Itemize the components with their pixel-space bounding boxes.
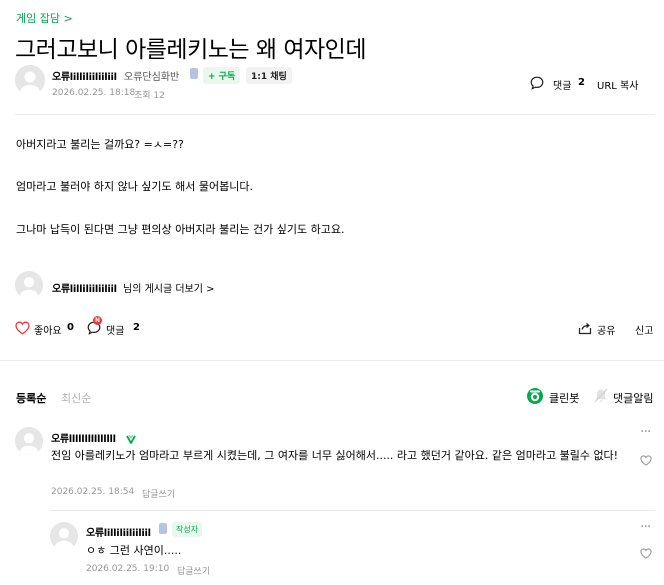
header-divider <box>15 114 655 115</box>
reply-date: 2026.02.25. 19:10 <box>86 564 170 574</box>
cleanbot-toggle[interactable]: 클린봇 <box>549 390 579 406</box>
comment-divider <box>50 510 655 511</box>
like-label[interactable]: 좋아요 <box>34 322 62 337</box>
comment-like-icon[interactable] <box>640 451 652 466</box>
comment-bar-label[interactable]: 댓글 <box>106 322 124 337</box>
grade-icon <box>190 68 198 79</box>
share-icon[interactable] <box>578 320 592 335</box>
heart-icon[interactable] <box>15 320 30 335</box>
author-avatar[interactable] <box>15 65 45 95</box>
url-copy-button[interactable]: URL 복사 <box>597 77 638 92</box>
comment-notify-toggle[interactable]: 댓글알림 <box>613 390 653 406</box>
body-line-3: 그나마 납득이 된다면 그냥 편의상 아버지라 불리는 건가 싶기도 하고요. <box>16 223 345 236</box>
bell-icon <box>594 388 608 403</box>
sort-latest-tab[interactable]: 최신순 <box>61 390 91 406</box>
comment-text: 전임 아를레키노가 엄마라고 부르게 시켰는데, 그 여자를 너무 싫어해서..… <box>51 449 619 462</box>
share-button[interactable]: 공유 <box>597 322 615 337</box>
reply-nickname[interactable]: 오류lilliliiliiliil <box>86 524 151 539</box>
board-link[interactable]: 게임 잡담 > <box>16 10 73 26</box>
chat-button[interactable]: 1:1 채팅 <box>246 67 292 84</box>
more-posts-nickname[interactable]: 오류lilliliiliiliil <box>52 280 117 295</box>
comment-date: 2026.02.25. 18:54 <box>51 487 135 497</box>
more-posts-avatar[interactable] <box>15 271 43 299</box>
cleanbot-icon <box>526 387 544 405</box>
subscribe-button[interactable]: + 구독 <box>203 67 241 84</box>
more-posts-link[interactable]: 님의 게시글 더보기 > <box>123 280 215 295</box>
post-date: 2026.02.25. 18:18 <box>52 88 136 98</box>
new-badge: N <box>93 316 102 325</box>
reply-like-icon[interactable] <box>640 544 652 559</box>
reply-grade-icon <box>159 523 167 534</box>
sort-registered-tab[interactable]: 등록순 <box>16 390 46 406</box>
view-count: 조회 12 <box>134 91 165 101</box>
author-nickname[interactable]: 오류lilliliiliiliil <box>52 68 117 83</box>
reply-reply-button[interactable]: 답글쓰기 <box>177 564 210 577</box>
author-grade: 오류단심화반 <box>124 72 180 83</box>
comment-count: 2 <box>578 77 585 88</box>
article-title: 그러고보니 아를레키노는 왜 여자인데 <box>15 37 367 63</box>
comment-bar-count: 2 <box>133 322 140 333</box>
section-divider <box>0 360 664 361</box>
reply-avatar[interactable] <box>50 522 78 550</box>
comment-reply-button[interactable]: 답글쓰기 <box>142 487 175 500</box>
like-count: 0 <box>67 322 74 333</box>
level-badge-icon <box>126 429 136 445</box>
body-line-1: 아버지라고 불리는 걸까요? =ㅅ=?? <box>16 138 184 151</box>
reply-text: ㅇㅎ 그런 사연이..... <box>86 544 182 557</box>
comment-avatar[interactable] <box>15 427 43 455</box>
reply-more-icon[interactable]: ··· <box>640 519 651 535</box>
report-button[interactable]: 신고 <box>635 322 653 337</box>
author-badge: 작성자 <box>172 522 203 537</box>
comment-nickname[interactable]: 오류lllllllllllllll <box>51 430 116 445</box>
comment-icon[interactable] <box>530 75 544 90</box>
body-line-2: 엄마라고 불러야 하지 않나 싶기도 해서 물어봅니다. <box>16 180 253 193</box>
comment-label[interactable]: 댓글 <box>553 77 571 92</box>
comment-more-icon[interactable]: ··· <box>640 424 651 440</box>
